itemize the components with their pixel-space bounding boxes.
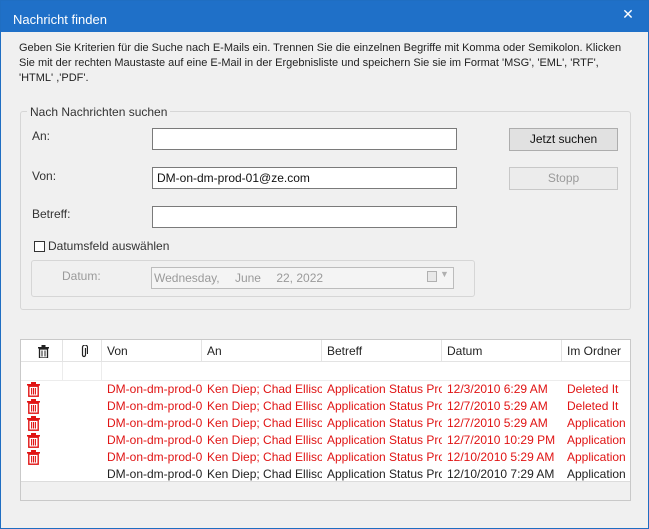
cell-from: DM-on-dm-prod-0...	[107, 450, 202, 464]
trash-icon	[38, 345, 49, 358]
trash-icon[interactable]	[27, 399, 40, 414]
cell-to: Ken Diep; Chad Elliso...	[207, 399, 322, 413]
cell-subject: Application Status Pro...	[327, 433, 442, 447]
date-field-checkbox[interactable]	[34, 241, 45, 252]
cell-to: Ken Diep; Chad Elliso...	[207, 416, 322, 430]
cell-date: 12/7/2010 5:29 AM	[447, 416, 548, 430]
cell-date: 12/7/2010 10:29 PM	[447, 433, 556, 447]
trash-icon[interactable]	[27, 433, 40, 448]
attachment-column-header[interactable]	[63, 340, 102, 362]
calendar-checkbox-icon	[427, 271, 437, 282]
paperclip-icon	[81, 345, 88, 358]
window-title: Nachricht finden	[13, 12, 107, 27]
stop-button[interactable]: Stopp	[509, 167, 618, 190]
cell-to: Ken Diep; Chad Elliso...	[207, 382, 322, 396]
column-header-from[interactable]: Von	[102, 340, 202, 362]
column-header-to[interactable]: An	[202, 340, 322, 362]
cell-date: 12/3/2010 6:29 AM	[447, 382, 548, 396]
cell-from: DM-on-dm-prod-0...	[107, 416, 202, 430]
cell-subject: Application Status Pro...	[327, 382, 442, 396]
table-row[interactable]: DM-on-dm-prod-0... Ken Diep; Chad Elliso.…	[21, 432, 630, 449]
date-day-year: 22, 2022	[276, 271, 324, 285]
cell-subject: Application Status Pro...	[327, 399, 442, 413]
delete-column-header[interactable]	[21, 340, 63, 362]
filter-cell[interactable]	[63, 362, 102, 381]
date-label: Datum:	[62, 269, 101, 283]
from-label: Von:	[32, 169, 57, 183]
table-row[interactable]: DM-on-dm-prod-0... Ken Diep; Chad Elliso.…	[21, 398, 630, 415]
to-label: An:	[32, 129, 51, 143]
table-row[interactable]: DM-on-dm-prod-0... Ken Diep; Chad Elliso.…	[21, 415, 630, 432]
cell-from: DM-on-dm-prod-0...	[107, 399, 202, 413]
cell-folder: Application	[567, 450, 626, 464]
results-grid: Von An Betreff Datum Im Ordner DM-on-dm-…	[20, 339, 631, 501]
column-header-date[interactable]: Datum	[442, 340, 562, 362]
find-message-dialog: Nachricht finden ✕ Geben Sie Kriterien f…	[0, 0, 649, 529]
date-picker[interactable]: Wednesday, June 22, 2022	[151, 267, 454, 289]
date-month: June	[234, 271, 261, 285]
subject-input[interactable]	[152, 206, 457, 228]
trash-icon[interactable]	[27, 382, 40, 397]
cell-from: DM-on-dm-prod-0...	[107, 433, 202, 447]
from-input[interactable]	[152, 167, 457, 189]
to-input[interactable]	[152, 128, 457, 150]
close-icon[interactable]: ✕	[616, 4, 640, 24]
column-header-subject[interactable]: Betreff	[322, 340, 442, 362]
trash-icon[interactable]	[27, 450, 40, 465]
horizontal-scrollbar[interactable]	[21, 481, 630, 500]
filter-cell[interactable]	[21, 362, 63, 381]
cell-subject: Application Status Pro...	[327, 416, 442, 430]
column-header-folder[interactable]: Im Ordner	[562, 340, 630, 362]
cell-folder: Deleted It	[567, 399, 619, 413]
instructions-text: Geben Sie Kriterien für die Suche nach E…	[19, 42, 622, 84]
cell-to: Ken Diep; Chad Elliso...	[207, 450, 322, 464]
table-row[interactable]: DM-on-dm-prod-0... Ken Diep; Chad Elliso.…	[21, 381, 630, 398]
cell-subject: Application Status Pro...	[327, 450, 442, 464]
cell-date: 12/7/2010 5:29 AM	[447, 399, 548, 413]
search-group-label: Nach Nachrichten suchen	[27, 105, 171, 119]
cell-folder: Deleted It	[567, 382, 619, 396]
cell-folder: Application	[567, 416, 626, 430]
cell-folder: Application	[567, 433, 626, 447]
date-field-checkbox-label: Datumsfeld auswählen	[48, 239, 170, 253]
cell-to: Ken Diep; Chad Elliso...	[207, 433, 322, 447]
cell-from: DM-on-dm-prod-0...	[107, 382, 202, 396]
trash-icon[interactable]	[27, 416, 40, 431]
table-row[interactable]: DM-on-dm-prod-0... Ken Diep; Chad Elliso.…	[21, 449, 630, 466]
cell-date: 12/10/2010 5:29 AM	[447, 450, 555, 464]
date-weekday: Wednesday,	[154, 271, 220, 285]
results-header: Von An Betreff Datum Im Ordner	[21, 340, 630, 362]
title-bar: Nachricht finden ✕	[1, 1, 648, 32]
search-now-button[interactable]: Jetzt suchen	[509, 128, 618, 151]
filter-row[interactable]	[21, 362, 630, 381]
chevron-down-icon[interactable]: ▼	[440, 269, 449, 279]
subject-label: Betreff:	[32, 207, 71, 221]
